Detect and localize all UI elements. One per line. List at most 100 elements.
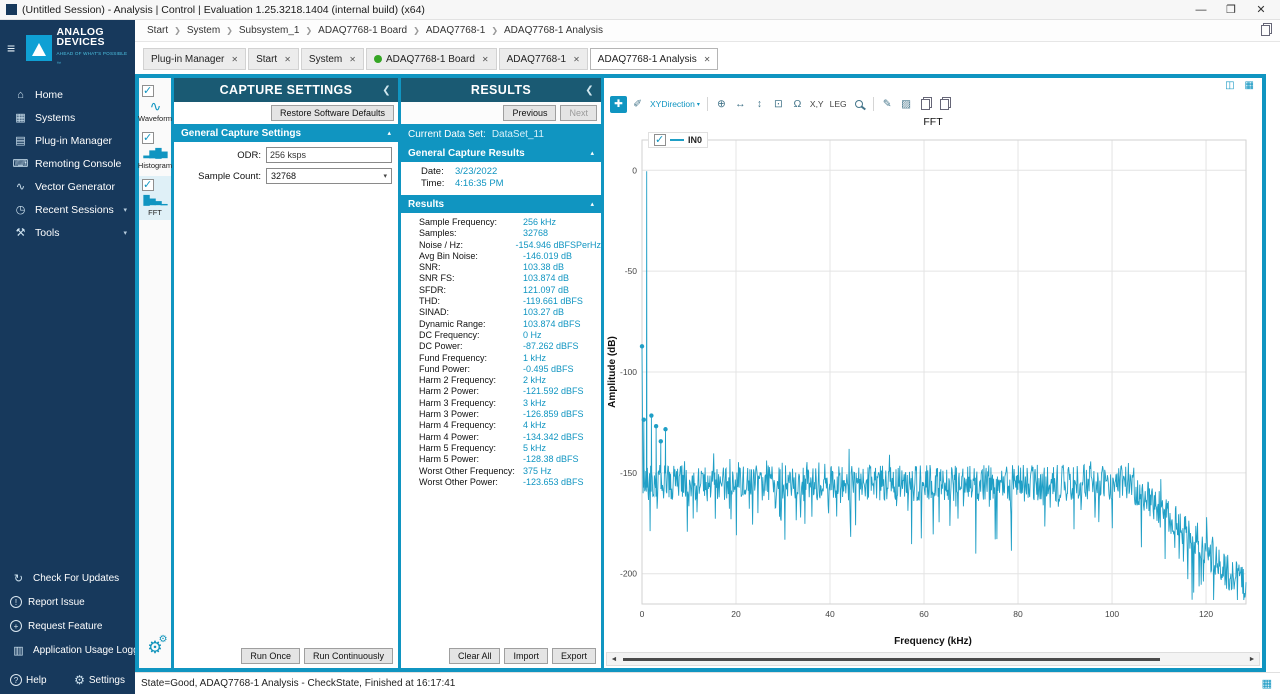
- fit-view-icon[interactable]: ⊡: [770, 96, 787, 113]
- results-section[interactable]: Results ▴: [401, 195, 601, 213]
- general-capture-results-section[interactable]: General Capture Results ▴: [401, 144, 601, 162]
- svg-text:40: 40: [825, 609, 835, 619]
- close-icon[interactable]: ✕: [349, 55, 356, 64]
- maximize-button[interactable]: ❐: [1216, 3, 1246, 16]
- sidebar-item-remoting-console[interactable]: ⌨Remoting Console: [0, 152, 135, 175]
- odr-input[interactable]: [266, 147, 392, 163]
- sidebar-item-application-usage-logging[interactable]: ▥Application Usage Logging: [0, 638, 135, 662]
- breadcrumb-item-adaq7768-1[interactable]: ADAQ7768-1: [424, 25, 487, 36]
- import-button[interactable]: Import: [504, 648, 548, 664]
- sidebar-item-tools[interactable]: ⚒Tools▾: [0, 221, 135, 244]
- run-continuously-button[interactable]: Run Continuously: [304, 648, 393, 664]
- settings-button[interactable]: ⚙ Settings: [74, 673, 125, 687]
- help-button[interactable]: ? Help: [10, 674, 47, 686]
- result-label: SNR:: [419, 262, 523, 273]
- sample-count-select[interactable]: 32768 ▾: [266, 168, 392, 184]
- checkbox-waveform[interactable]: [142, 85, 154, 97]
- app-icon: [6, 4, 17, 15]
- data-grid-icon[interactable]: ▦: [1245, 80, 1254, 92]
- breadcrumb-item-adaq7768-1-analysis[interactable]: ADAQ7768-1 Analysis: [502, 25, 605, 36]
- chart-legend[interactable]: IN0: [648, 132, 708, 148]
- fit-width-icon[interactable]: ↔: [732, 96, 749, 113]
- close-icon[interactable]: ✕: [231, 55, 238, 64]
- close-icon[interactable]: ✕: [704, 55, 711, 64]
- result-value: -119.661 dBFS: [523, 296, 583, 307]
- brush-tool-icon[interactable]: ✐: [629, 96, 646, 113]
- dock-panel-icon[interactable]: [1261, 25, 1270, 36]
- omega-cursor-icon[interactable]: Ω: [789, 96, 806, 113]
- xy-values-toggle[interactable]: X,Y: [808, 96, 826, 113]
- checkbox-histogram[interactable]: [142, 132, 154, 144]
- export-button[interactable]: Export: [552, 648, 596, 664]
- legend-checkbox[interactable]: [654, 134, 666, 146]
- result-row: Harm 5 Frequency:5 kHz: [419, 443, 601, 454]
- legend-toggle[interactable]: LEG: [828, 96, 849, 113]
- resize-grip-icon[interactable]: ▦: [1262, 677, 1272, 690]
- close-icon[interactable]: ✕: [482, 55, 489, 64]
- result-value: 0 Hz: [523, 330, 542, 341]
- sidebar-item-check-for-updates[interactable]: ↻Check For Updates: [0, 566, 135, 590]
- tab-adaq7768-1-board[interactable]: ADAQ7768-1 Board✕: [366, 48, 497, 70]
- tab-plug-in-manager[interactable]: Plug-in Manager✕: [143, 48, 246, 70]
- scroll-left-icon[interactable]: ◄: [607, 656, 621, 663]
- svg-text:100: 100: [1105, 609, 1119, 619]
- view-waveform[interactable]: ∿Waveform: [139, 82, 171, 126]
- annotate-pencil-icon[interactable]: ✎: [879, 96, 896, 113]
- tab-system[interactable]: System✕: [301, 48, 364, 70]
- result-value: -134.342 dBFS: [523, 432, 584, 443]
- result-label: Harm 2 Power:: [419, 386, 523, 397]
- fit-height-icon[interactable]: ↕: [751, 96, 768, 113]
- pan-tool-icon[interactable]: ⊕: [713, 96, 730, 113]
- sidebar-item-request-feature[interactable]: +Request Feature: [0, 614, 135, 638]
- popout-chart-icon[interactable]: ◫: [1225, 80, 1234, 92]
- scroll-track[interactable]: [621, 653, 1245, 665]
- xy-direction-dropdown[interactable]: XYDirection▾: [648, 96, 702, 113]
- fft-chart[interactable]: 0204060801001200-50-100-150-200Amplitude…: [604, 130, 1258, 630]
- sidebar-item-plug-in-manager[interactable]: ▤Plug-in Manager: [0, 129, 135, 152]
- scroll-right-icon[interactable]: ►: [1245, 656, 1259, 663]
- breadcrumb-item-system[interactable]: System: [185, 25, 222, 36]
- breadcrumb-item-adaq7768-1-board[interactable]: ADAQ7768-1 Board: [316, 25, 409, 36]
- result-value: 121.097 dB: [523, 285, 569, 296]
- tab-start[interactable]: Start✕: [248, 48, 299, 70]
- result-row: Avg Bin Noise:-146.019 dB: [419, 251, 601, 262]
- tab-adaq7768-1[interactable]: ADAQ7768-1✕: [499, 48, 588, 70]
- sidebar-item-home[interactable]: ⌂Home: [0, 83, 135, 106]
- menu-icon[interactable]: ≡: [7, 40, 21, 56]
- run-once-button[interactable]: Run Once: [241, 648, 300, 664]
- close-icon[interactable]: ✕: [573, 55, 580, 64]
- close-icon[interactable]: ✕: [284, 55, 291, 64]
- zoom-icon[interactable]: [851, 96, 868, 113]
- capture-settings-gear-icon[interactable]: ⚙⚙: [147, 638, 162, 658]
- checkbox-fft[interactable]: [142, 179, 154, 191]
- collapse-left-icon[interactable]: ❮: [585, 85, 594, 96]
- minimize-button[interactable]: —: [1186, 4, 1216, 16]
- recent-sessions-icon: ◷: [12, 203, 29, 216]
- result-label: DC Power:: [419, 341, 523, 352]
- collapse-left-icon[interactable]: ❮: [382, 85, 391, 96]
- plot-scrollbar[interactable]: ◄ ►: [606, 652, 1260, 666]
- clear-all-button[interactable]: Clear All: [449, 648, 501, 664]
- sidebar-item-vector-generator[interactable]: ∿Vector Generator: [0, 175, 135, 198]
- tab-adaq7768-1-analysis[interactable]: ADAQ7768-1 Analysis ✕: [590, 48, 719, 70]
- view-histogram[interactable]: ▂▆█▅Histogram: [139, 129, 171, 173]
- breadcrumb-item-subsystem-1[interactable]: Subsystem_1: [237, 25, 302, 36]
- view-strip-items: ∿Waveform▂▆█▅Histogram█▅▃▁FFT: [139, 82, 171, 223]
- general-capture-settings-section[interactable]: General Capture Settings ▴: [174, 124, 398, 142]
- previous-button[interactable]: Previous: [503, 105, 556, 121]
- tab-label: ADAQ7768-1 Analysis: [598, 54, 697, 65]
- sidebar-item-report-issue[interactable]: !Report Issue: [0, 590, 135, 614]
- export-plot-icon[interactable]: [917, 96, 934, 113]
- next-button[interactable]: Next: [560, 105, 597, 121]
- restore-defaults-button[interactable]: Restore Software Defaults: [271, 105, 394, 121]
- select-tool-icon[interactable]: ✚: [610, 96, 627, 113]
- result-label: Harm 3 Power:: [419, 409, 523, 420]
- sidebar-item-systems[interactable]: ▦Systems: [0, 106, 135, 129]
- scroll-thumb[interactable]: [623, 658, 1160, 661]
- view-fft[interactable]: █▅▃▁FFT: [139, 176, 171, 220]
- copy-plot-icon[interactable]: [936, 96, 953, 113]
- breadcrumb-item-start[interactable]: Start: [145, 25, 170, 36]
- close-button[interactable]: ✕: [1246, 3, 1276, 16]
- sidebar-item-recent-sessions[interactable]: ◷Recent Sessions▾: [0, 198, 135, 221]
- snapshot-icon[interactable]: ▨: [898, 96, 915, 113]
